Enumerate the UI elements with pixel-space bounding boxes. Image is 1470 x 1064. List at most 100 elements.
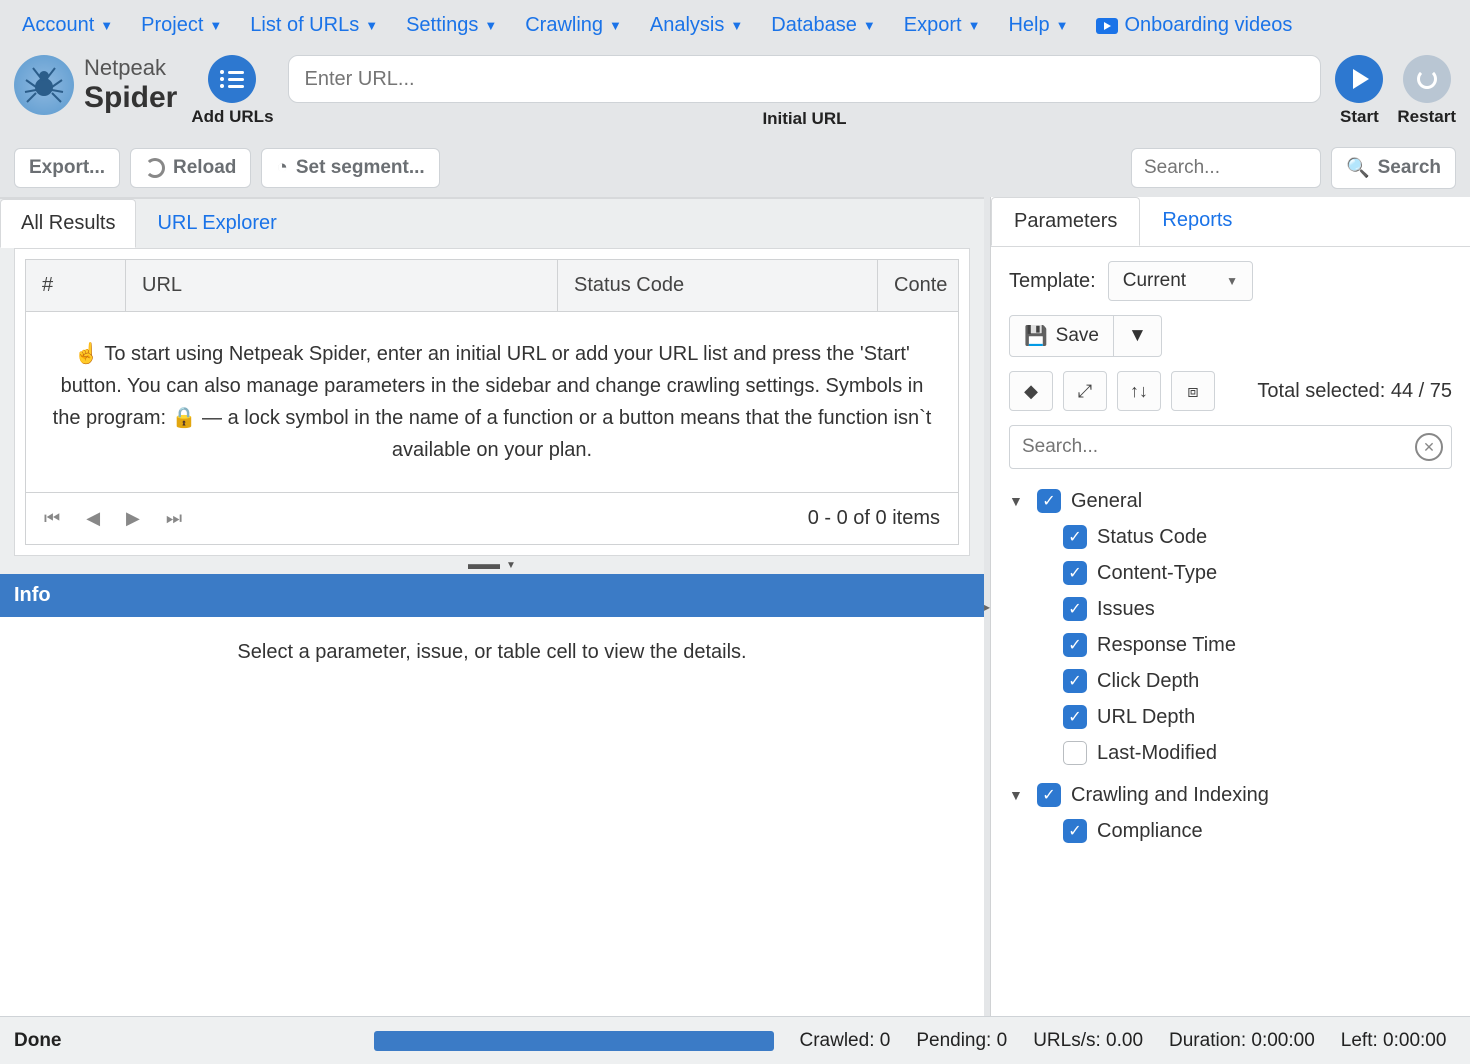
checkbox-last-modified[interactable] xyxy=(1063,741,1087,765)
expand-toggle[interactable]: ▼ xyxy=(1009,493,1027,509)
tree-label: URL Depth xyxy=(1097,706,1195,729)
status-urls-per-s: URLs/s: 0.00 xyxy=(1033,1030,1143,1052)
checkbox-content-type[interactable] xyxy=(1063,561,1087,585)
statusbar: Done Crawled: 0 Pending: 0 URLs/s: 0.00 … xyxy=(0,1016,1470,1064)
checkbox-url-depth[interactable] xyxy=(1063,705,1087,729)
tree-group-general: ▼ General Status Code Content-Type Issue… xyxy=(1009,483,1452,771)
info-panel-header: Info xyxy=(0,574,984,617)
expand-toggle[interactable]: ▼ xyxy=(1009,787,1027,803)
right-pane: Parameters Reports Template: Current▼ 💾S… xyxy=(990,197,1470,1016)
menu-account[interactable]: Account▼ xyxy=(12,8,123,43)
results-search-button[interactable]: 🔍Search xyxy=(1331,147,1456,189)
menu-database[interactable]: Database▼ xyxy=(761,8,886,43)
list-icon xyxy=(220,70,244,88)
menu-onboarding-videos[interactable]: Onboarding videos xyxy=(1086,8,1302,43)
progress-bar xyxy=(374,1031,774,1051)
tree-group-crawling-indexing: ▼ Crawling and Indexing Compliance xyxy=(1009,777,1452,849)
tree-label: Status Code xyxy=(1097,526,1207,549)
tree-label: Click Depth xyxy=(1097,670,1199,693)
checkbox-crawling-indexing[interactable] xyxy=(1037,783,1061,807)
pager-info: 0 - 0 of 0 items xyxy=(808,507,940,530)
left-tabs: All Results URL Explorer xyxy=(0,199,984,248)
parameter-search-input[interactable] xyxy=(1010,426,1415,468)
checkbox-response-time[interactable] xyxy=(1063,633,1087,657)
checkbox-issues[interactable] xyxy=(1063,597,1087,621)
checkbox-status-code[interactable] xyxy=(1063,525,1087,549)
save-dropdown[interactable]: ▼ xyxy=(1114,315,1162,357)
save-button-group: 💾Save ▼ xyxy=(1009,315,1162,357)
save-icon: 💾 xyxy=(1024,324,1048,348)
collapse-icon: ⤢ xyxy=(1078,381,1092,402)
results-search-input[interactable] xyxy=(1131,148,1321,188)
chevron-down-icon: ▼ xyxy=(1128,325,1147,347)
reload-button[interactable]: Reload xyxy=(130,148,251,188)
col-number[interactable]: # xyxy=(26,260,126,311)
tree-label: Compliance xyxy=(1097,820,1203,843)
export-button[interactable]: Export... xyxy=(14,148,120,188)
menu-settings[interactable]: Settings▼ xyxy=(396,8,507,43)
tab-all-results[interactable]: All Results xyxy=(0,199,136,248)
grid-header: # URL Status Code Conte xyxy=(25,259,959,312)
secondary-toolbar: Export... Reload ◔Set segment... 🔍Search xyxy=(0,139,1470,197)
collapse-all-button[interactable]: ⤢ xyxy=(1063,371,1107,411)
hint-icon: ☝️ xyxy=(74,343,99,365)
total-selected-label: Total selected: 44 / 75 xyxy=(1257,380,1452,403)
checkbox-general[interactable] xyxy=(1037,489,1061,513)
parameter-search: ✕ xyxy=(1009,425,1452,469)
initial-url-input[interactable] xyxy=(288,55,1322,103)
restart-icon xyxy=(1417,69,1437,89)
empty-state-hint: ☝️ To start using Netpeak Spider, enter … xyxy=(25,312,959,493)
restart-action[interactable]: Restart xyxy=(1397,55,1456,127)
pager-prev[interactable]: ◀ xyxy=(86,508,100,529)
spider-icon xyxy=(14,55,74,115)
pager-next[interactable]: ▶ xyxy=(126,508,140,529)
pager: ⏮ ◀ ▶ ⏭ 0 - 0 of 0 items xyxy=(25,493,959,545)
parameter-search-clear[interactable]: ✕ xyxy=(1415,433,1443,461)
clear-params-button[interactable]: ◆ xyxy=(1009,371,1053,411)
menu-project[interactable]: Project▼ xyxy=(131,8,232,43)
save-button[interactable]: 💾Save xyxy=(1009,315,1114,357)
start-button[interactable] xyxy=(1335,55,1383,103)
checkbox-compliance[interactable] xyxy=(1063,819,1087,843)
tab-url-explorer[interactable]: URL Explorer xyxy=(136,199,297,248)
template-select[interactable]: Current▼ xyxy=(1108,261,1253,301)
set-segment-button[interactable]: ◔Set segment... xyxy=(261,148,439,188)
restart-label: Restart xyxy=(1397,107,1456,127)
col-url[interactable]: URL xyxy=(126,260,558,311)
menu-export[interactable]: Export▼ xyxy=(894,8,991,43)
tree-label: Content-Type xyxy=(1097,562,1217,585)
pager-nav: ⏮ ◀ ▶ ⏭ xyxy=(44,508,182,529)
sort-icon: ↑↓ xyxy=(1130,381,1148,402)
tree-label: Crawling and Indexing xyxy=(1071,784,1269,807)
horizontal-splitter[interactable]: ▬▬ ▼ xyxy=(0,556,984,574)
tree-label: Last-Modified xyxy=(1097,742,1217,765)
tab-parameters[interactable]: Parameters xyxy=(991,197,1140,246)
add-urls-action[interactable]: Add URLs xyxy=(191,55,273,127)
add-urls-button[interactable] xyxy=(208,55,256,103)
sort-params-button[interactable]: ↑↓ xyxy=(1117,371,1161,411)
tab-reports[interactable]: Reports xyxy=(1140,197,1254,246)
initial-url-caption: Initial URL xyxy=(762,109,846,129)
status-left: Left: 0:00:00 xyxy=(1341,1030,1447,1052)
info-panel-body: Select a parameter, issue, or table cell… xyxy=(0,617,984,1016)
url-column: Initial URL xyxy=(288,55,1322,129)
menu-analysis[interactable]: Analysis▼ xyxy=(640,8,753,43)
crop-params-button[interactable]: ⧈ xyxy=(1171,371,1215,411)
left-pane: All Results URL Explorer # URL Status Co… xyxy=(0,197,984,1016)
menu-help[interactable]: Help▼ xyxy=(998,8,1078,43)
header-row: Netpeak Spider Add URLs Initial URL Star… xyxy=(0,51,1470,139)
col-content-type[interactable]: Conte xyxy=(878,260,958,311)
add-urls-label: Add URLs xyxy=(191,107,273,127)
menu-crawling[interactable]: Crawling▼ xyxy=(515,8,632,43)
pager-first[interactable]: ⏮ xyxy=(44,508,60,529)
pager-last[interactable]: ⏭ xyxy=(166,508,182,529)
status-crawled: Crawled: 0 xyxy=(800,1030,891,1052)
checkbox-click-depth[interactable] xyxy=(1063,669,1087,693)
col-status-code[interactable]: Status Code xyxy=(558,260,878,311)
status-done: Done xyxy=(14,1030,62,1052)
start-action[interactable]: Start xyxy=(1335,55,1383,127)
menu-list-of-urls[interactable]: List of URLs▼ xyxy=(240,8,388,43)
reload-icon xyxy=(145,158,165,178)
status-duration: Duration: 0:00:00 xyxy=(1169,1030,1315,1052)
restart-button[interactable] xyxy=(1403,55,1451,103)
